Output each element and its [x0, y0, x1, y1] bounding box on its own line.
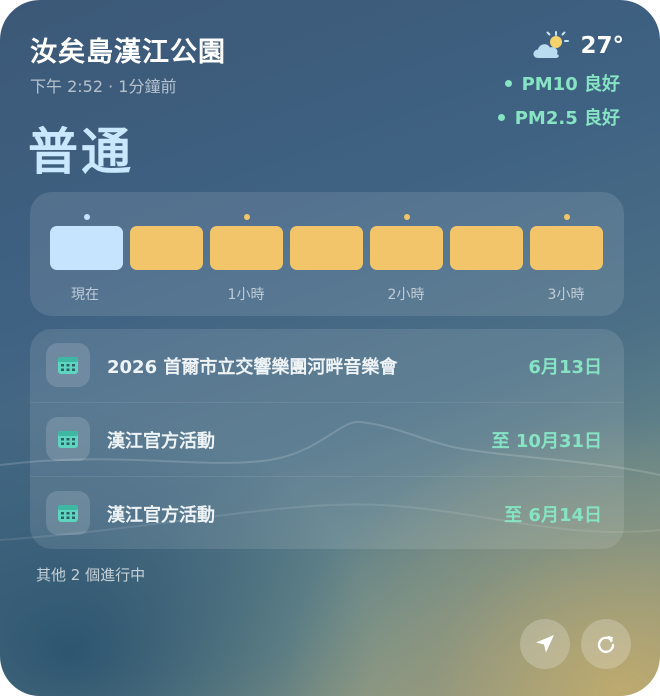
forecast-segment: [130, 226, 203, 270]
event-date: 至 10月31日: [491, 431, 602, 452]
event-title: 2026 首爾市立交響樂團河畔音樂會: [107, 357, 398, 378]
update-time: 下午 2:52 · 1分鐘前: [30, 77, 177, 96]
tick-now: 現在: [71, 287, 99, 303]
event-title: 漢江官方活動: [107, 505, 215, 526]
tick-2h: 2小時: [387, 287, 425, 303]
hourly-forecast-bar: 現在 1小時 2小時 3小時: [30, 192, 624, 316]
marker-dot: [403, 214, 410, 220]
event-title: 漢江官方活動: [107, 431, 215, 452]
forecast-segment-1h: [210, 214, 283, 270]
calendar-icon: [46, 343, 90, 387]
forecast-segment-2h: [370, 214, 443, 270]
status-dot: [497, 113, 505, 121]
aqi-status-label: 普通: [28, 123, 134, 181]
calendar-icon: [46, 417, 90, 461]
pm25-label: PM2.5 良好: [514, 108, 620, 129]
forecast-segment: [450, 226, 523, 270]
location-button[interactable]: [520, 619, 570, 669]
marker-dot: [83, 214, 90, 220]
weather-summary: 27°: [530, 30, 624, 62]
list-item[interactable]: 漢江官方活動 至 10月31日: [30, 402, 624, 476]
list-item[interactable]: 漢江官方活動 至 6月14日: [30, 476, 624, 549]
pm25-indicator: PM2.5 良好: [497, 104, 620, 130]
marker-dot: [243, 214, 250, 220]
partly-sunny-icon: [533, 31, 570, 58]
tick-1h: 1小時: [227, 287, 265, 303]
forecast-segment: [290, 226, 363, 270]
pm10-label: PM10 良好: [521, 74, 620, 95]
pm10-indicator: PM10 良好: [504, 70, 620, 96]
marker-dot: [563, 214, 570, 220]
location-arrow-icon: [536, 635, 554, 653]
calendar-icon: [46, 491, 90, 535]
event-date: 至 6月14日: [504, 505, 602, 526]
forecast-segment-now: [50, 214, 123, 270]
event-date: 6月13日: [528, 357, 602, 378]
status-dot: [504, 79, 512, 87]
list-item[interactable]: 2026 首爾市立交響樂團河畔音樂會 6月13日: [30, 329, 624, 402]
more-events-link[interactable]: 其他 2 個進行中: [36, 564, 145, 585]
forecast-segment-3h: [530, 214, 603, 270]
tick-3h: 3小時: [547, 287, 585, 303]
events-list: 2026 首爾市立交響樂團河畔音樂會 6月13日 漢江官方活動 至 10月31日: [30, 329, 624, 549]
refresh-button[interactable]: [581, 619, 631, 669]
refresh-icon: [597, 635, 615, 654]
temperature: 27°: [580, 33, 624, 59]
air-quality-widget: 汝矣島漢江公園 下午 2:52 · 1分鐘前 普通 27° PM10 良好 PM…: [0, 0, 660, 696]
location-title: 汝矣島漢江公園: [30, 37, 226, 68]
